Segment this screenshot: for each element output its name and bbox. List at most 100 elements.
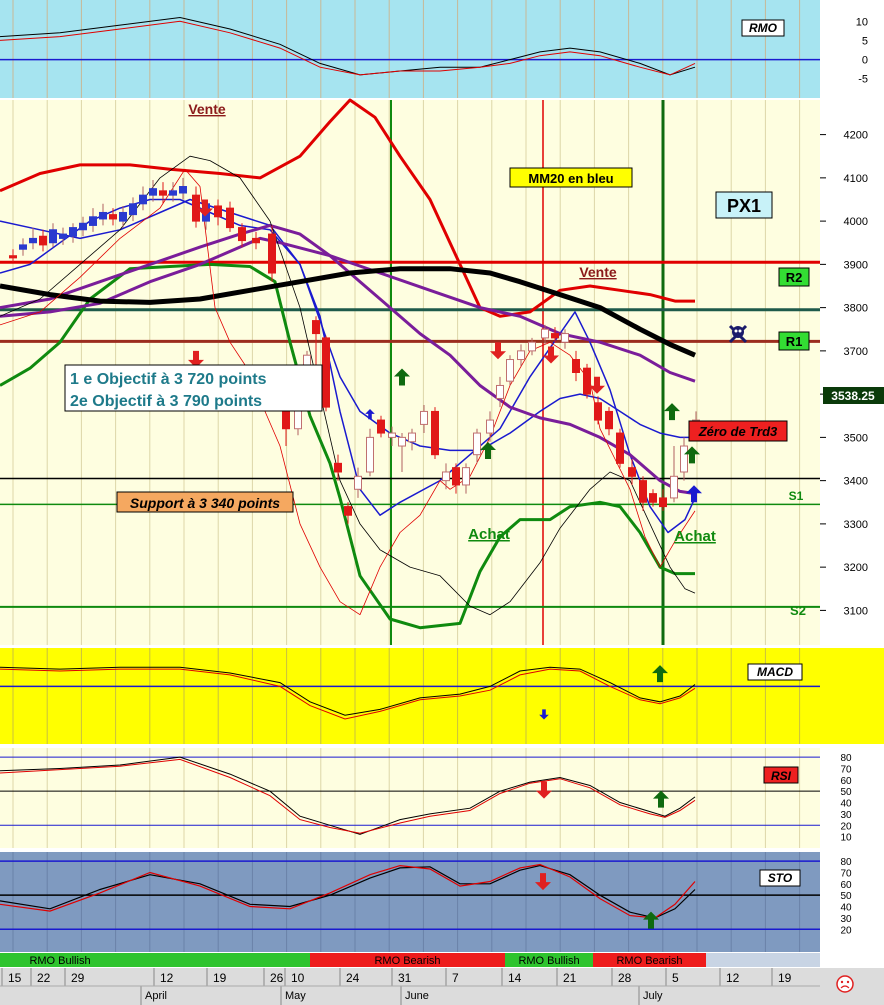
time-tick-label: 19	[778, 971, 792, 985]
price-tick-label: 3200	[844, 562, 868, 574]
candle-body	[119, 211, 127, 222]
candle-body	[572, 359, 580, 373]
candle-body	[551, 333, 559, 339]
buy-annotation: Achat	[468, 526, 510, 543]
s1-tag: S1	[789, 489, 804, 503]
candle-body	[89, 216, 97, 226]
candle-body	[680, 445, 688, 473]
sto-tick-label: 50	[840, 891, 852, 902]
candle-body	[541, 328, 549, 339]
candle-body	[561, 333, 569, 343]
candle-body	[192, 194, 200, 222]
sto-axis-background	[820, 852, 884, 952]
sto-tick-label: 60	[840, 880, 852, 891]
time-tick-label: 5	[672, 971, 679, 985]
time-tick-label: 12	[726, 971, 740, 985]
sto-tick-label: 40	[840, 903, 852, 914]
month-label: July	[643, 990, 663, 1002]
support-note: Support à 3 340 points	[130, 495, 280, 511]
candle-body	[377, 419, 385, 434]
macd-axis-background	[820, 648, 884, 744]
candle-body	[322, 337, 330, 408]
candle-body	[442, 471, 450, 482]
regime-label: RMO Bearish	[616, 955, 682, 967]
price-tick-label: 3400	[844, 476, 868, 488]
rsi-label: RSI	[771, 769, 792, 783]
candle-body	[29, 237, 37, 244]
candle-body	[49, 229, 57, 244]
time-tick-label: 29	[71, 971, 85, 985]
zero-trd-note: Zéro de Trd3	[698, 424, 778, 439]
candle-body	[179, 186, 187, 194]
time-tick-label: 24	[346, 971, 360, 985]
sto-tick-label: 20	[840, 925, 852, 936]
time-tick-label: 19	[213, 971, 227, 985]
candle-body	[605, 410, 613, 430]
rsi-tick-label: 10	[840, 833, 852, 844]
price-tick-label: 3800	[844, 303, 868, 315]
candle-body	[594, 402, 602, 421]
candle-body	[616, 432, 624, 464]
rmo-tick-label: 5	[862, 35, 868, 47]
skull-head	[732, 326, 744, 338]
time-tick-label: 12	[160, 971, 174, 985]
rsi-panel: 8070605040302010 RSI	[0, 748, 884, 848]
candle-body	[452, 467, 460, 486]
candle-body	[159, 190, 167, 196]
rsi-tick-label: 50	[840, 787, 852, 798]
candle-body	[649, 493, 657, 503]
candle-body	[670, 475, 678, 499]
candle-body	[366, 436, 374, 473]
last-price-label: 3538.25	[831, 389, 875, 403]
rmo-tick-label: 10	[856, 16, 868, 28]
ma-note: MM20 en bleu	[528, 171, 613, 186]
rsi-tick-label: 40	[840, 799, 852, 810]
regime-label: RMO Bullish	[518, 955, 579, 967]
skull-eye	[738, 329, 742, 333]
sad-face-outline	[836, 975, 854, 993]
rsi-axis-background	[820, 748, 884, 848]
instrument-label: PX1	[727, 196, 761, 216]
candle-body	[19, 244, 27, 250]
candle-body	[583, 367, 591, 395]
time-tick-label: 10	[291, 971, 305, 985]
time-tick-label: 31	[398, 971, 412, 985]
month-label: June	[405, 990, 429, 1002]
price-tick-label: 4000	[844, 216, 868, 228]
sad-face-eye	[846, 980, 850, 984]
month-label: April	[145, 990, 167, 1002]
price-tick-label: 3300	[844, 519, 868, 531]
rsi-tick-label: 20	[840, 821, 852, 832]
regime-axis-background	[820, 953, 884, 967]
sto-label: STO	[768, 871, 793, 885]
candle-body	[252, 237, 260, 244]
candle-body	[496, 384, 504, 399]
time-tick-label: 14	[508, 971, 522, 985]
candle-body	[354, 475, 362, 490]
sad-face-eye	[840, 980, 844, 984]
candle-body	[420, 410, 428, 425]
candle-body	[344, 506, 352, 516]
candle-body	[59, 233, 67, 239]
candle-body	[462, 467, 470, 486]
candle-body	[408, 432, 416, 443]
candle-body	[334, 462, 342, 473]
r1-tag: R1	[786, 334, 803, 349]
sell-annotation: Vente	[188, 101, 226, 117]
candle-body	[473, 432, 481, 456]
time-tick-label: 22	[37, 971, 51, 985]
rmo-label: RMO	[749, 21, 778, 35]
price-tick-label: 3900	[844, 259, 868, 271]
rsi-tick-label: 80	[840, 753, 852, 764]
candle-body	[486, 419, 494, 434]
rmo-panel: 10 5 0 -5 RMO	[0, 0, 884, 98]
candle-body	[9, 255, 17, 259]
candle-body	[528, 341, 536, 352]
buy-annotation: Achat	[674, 528, 716, 545]
candle-body	[639, 480, 647, 503]
time-tick-label: 28	[618, 971, 632, 985]
sto-panel: 80706050403020 STO	[0, 852, 884, 952]
candle-body	[506, 359, 514, 382]
candle-body	[139, 194, 147, 205]
rsi-tick-label: 70	[840, 764, 852, 775]
